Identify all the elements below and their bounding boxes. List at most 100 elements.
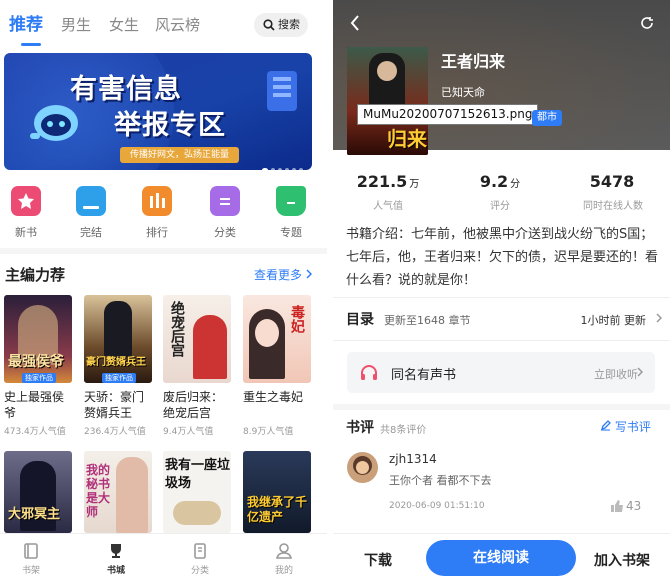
category-label: 分类 [214,226,236,239]
refresh-icon[interactable] [640,16,654,30]
new-book-icon [11,186,41,216]
back-arrow-icon[interactable] [350,15,360,31]
book-card[interactable]: 我的秘书是大师 [84,451,152,533]
stat-unit: 分 [510,179,521,190]
active-tab-indicator [21,43,41,46]
book-detail-screen: 归来 王者归来 已知天命 MuMu20200707152613.png 都市 2… [333,0,670,583]
bookstore-home-screen: 推荐 男生 女生 风云榜 搜索 有害信息 举报专区 传播好网文，弘扬正能量 新书 [0,0,327,583]
book-card[interactable]: 绝宠后宫 废后归来：绝宠后宫 9.4万人气值 [163,295,231,437]
book-card[interactable]: 大邪冥主 [4,451,72,533]
cover-title-art: 最强侯爷 [8,354,64,370]
exclusive-badge: 独家作品 [22,373,56,383]
tab-female[interactable]: 女生 [109,12,139,38]
tab-ranking[interactable]: 风云榜 [155,12,200,38]
like-button[interactable]: 43 [611,499,641,513]
cover-title-art: 归来 [387,127,427,151]
pagination-dot [299,168,303,170]
nav-bookstore[interactable]: 书城 [91,542,141,576]
banner-line-2: 举报专区 [114,110,226,141]
listen-now-label: 立即收听 [594,368,638,381]
pagination-dot [271,168,275,170]
book-card[interactable]: 最强侯爷 独家作品 史上最强侯爷 473.4万人气值 [4,295,72,437]
add-to-shelf-button[interactable]: 加入书架 [594,550,650,570]
promo-banner[interactable]: 有害信息 举报专区 传播好网文，弘扬正能量 [4,53,312,170]
trophy-icon [111,544,121,558]
reviewer-name[interactable]: zjh1314 [389,452,437,466]
cover-title-art: 豪门赘婿兵王 [86,357,146,368]
search-label: 搜索 [278,18,300,31]
book-title: 废后归来：绝宠后宫 [163,390,224,420]
search-button[interactable]: 搜索 [254,13,308,37]
book-cover: 最强侯爷 独家作品 [4,295,72,383]
robot-mascot-icon [30,105,78,141]
book-cover: 我继承了千亿遗产 [243,451,311,533]
category-label: 新书 [15,226,37,239]
book-card[interactable]: 我有一座垃圾场 [163,451,231,533]
book-title: 史上最强侯爷 [4,390,65,420]
stat-value: 9.2 [479,172,509,191]
category-ranking[interactable]: 排行 [129,186,185,240]
book-cover: 我的秘书是大师 [84,451,152,533]
stat-value: 221.5 [356,172,408,191]
read-online-button[interactable]: 在线阅读 [426,540,576,576]
category-label: 专题 [280,226,302,239]
tab-recommend[interactable]: 推荐 [9,12,43,38]
book-cover: 归来 [347,47,428,155]
stat-label: 人气值 [373,201,403,212]
chevron-right-icon [656,313,662,323]
stat-label: 同时在线人数 [583,201,643,212]
category-finished[interactable]: 完结 [63,186,119,240]
book-title: 重生之毒妃 [243,390,304,404]
pagination-dot [262,168,268,170]
category-nav-icon [194,543,206,559]
topic-icon [276,186,306,216]
book-title: 天骄：豪门赘婿兵王 [84,390,145,420]
nav-label: 书架 [21,566,40,576]
profile-icon [275,543,293,559]
avatar[interactable] [347,452,378,483]
category-genres[interactable]: 分类 [197,186,253,240]
category-new-books[interactable]: 新书 [0,186,54,240]
book-popularity: 236.4万人气值 [84,427,146,437]
book-cover: 毒妃 [243,295,311,383]
section-divider [0,248,327,254]
toc-update-time: 1小时前 更新 [580,314,647,327]
download-button[interactable]: 下载 [364,550,392,570]
nav-label: 我的 [274,566,293,576]
chevron-right-icon [637,367,643,377]
see-more-link[interactable]: 查看更多 [254,266,312,283]
write-review-button[interactable]: 写书评 [600,418,651,435]
thumbs-up-icon [611,500,623,512]
filename-tooltip: MuMu20200707152613.png [357,104,539,125]
screenshot-root: 推荐 男生 女生 风云榜 搜索 有害信息 举报专区 传播好网文，弘扬正能量 新书 [0,0,670,583]
pagination-dot [285,168,289,170]
book-card[interactable]: 毒妃 重生之毒妃 8.9万人气值 [243,295,311,437]
book-card[interactable]: 豪门赘婿兵王 独家作品 天骄：豪门赘婿兵王 236.4万人气值 [84,295,152,437]
review-text: 王你个者 看都不下去 [389,474,492,487]
stat-label: 评分 [490,201,510,212]
rating-stat: 9.2 分 评分 [450,172,550,212]
nav-category[interactable]: 分类 [175,542,225,576]
divider [333,297,670,298]
category-topics[interactable]: 专题 [263,186,319,240]
bookshelf-icon [24,543,38,559]
book-card[interactable]: 我继承了千亿遗产 [243,451,311,533]
category-icon [210,186,240,216]
nav-bookshelf[interactable]: 书架 [6,542,56,576]
book-author[interactable]: 已知天命 [441,84,485,100]
stat-unit: 万 [409,179,420,190]
headphones-icon [361,365,377,380]
pagination-dot [292,168,296,170]
nav-profile[interactable]: 我的 [259,542,309,576]
see-more-label: 查看更多 [254,268,303,282]
reviews-count: 共8条评价 [380,425,427,436]
audiobook-row[interactable]: 同名有声书 立即收听 [347,352,655,393]
table-of-contents-row[interactable]: 目录 更新至1648 章节 1小时前 更新 [346,308,662,330]
ranking-icon [142,186,172,216]
tab-male[interactable]: 男生 [61,12,91,38]
nav-label: 书城 [106,566,125,576]
genre-tag[interactable]: 都市 [532,110,562,126]
exclusive-badge: 独家作品 [102,373,136,383]
cover-title-art: 我继承了千亿遗产 [247,495,308,524]
pagination-dot [278,168,282,170]
